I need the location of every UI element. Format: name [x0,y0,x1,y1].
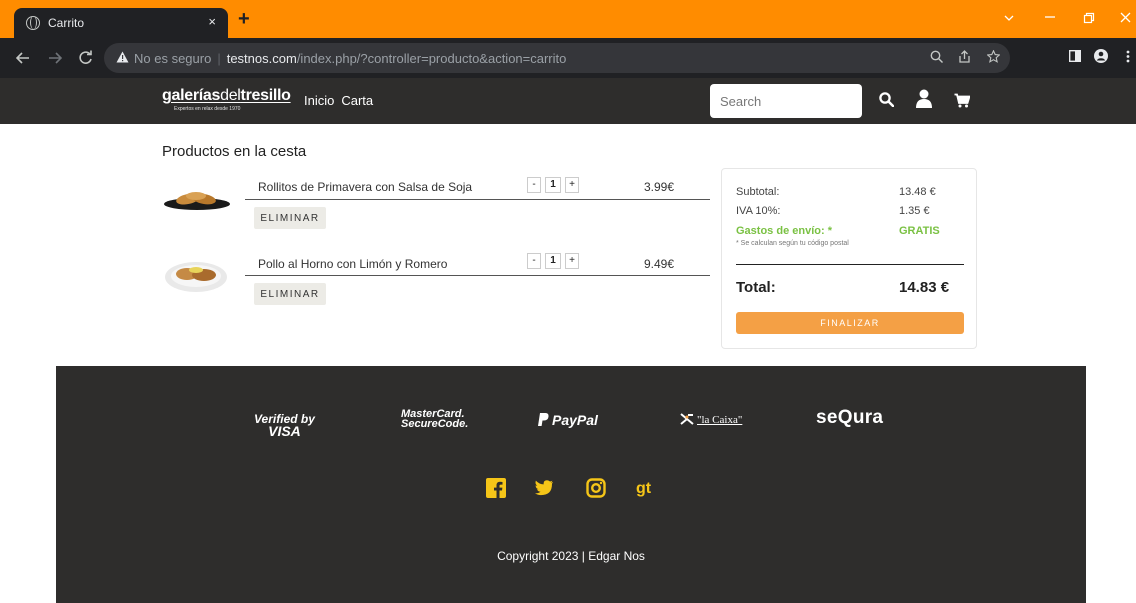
shipping-value: GRATIS [899,225,940,237]
address-bar[interactable]: No es seguro | testnos.com/index.php/?cont… [104,43,1010,73]
quantity-increase-button[interactable]: + [565,253,579,269]
subtotal-label: Subtotal: [736,186,780,198]
product-name: Pollo al Horno con Limón y Romero [258,257,448,271]
browser-tab-strip: Carrito × + [0,0,1136,38]
menu-item-inicio[interactable]: Inicio [304,93,334,108]
search-icon[interactable] [879,92,894,107]
iva-label: IVA 10%: [736,205,781,217]
user-icon[interactable] [916,89,932,108]
summary-divider [736,264,964,265]
quantity-stepper: -1 + [527,177,579,193]
shipping-label: Gastos de envío: * [736,225,832,237]
kebab-menu-icon[interactable] [1126,50,1130,63]
restore-icon[interactable] [1083,12,1095,24]
tab-title: Carrito [48,16,85,30]
forward-arrow-icon[interactable] [48,51,62,65]
total-label: Total: [736,279,776,296]
svg-text:gt: gt [636,480,652,497]
subtotal-value: 13.48 € [899,186,936,198]
product-image-pollo[interactable] [163,255,229,295]
browser-tab[interactable]: Carrito × [14,8,228,38]
bookmark-star-icon[interactable] [986,49,1001,63]
side-panel-icon[interactable] [1069,50,1081,62]
paypal-icon [538,413,549,426]
facebook-icon[interactable] [486,478,506,498]
omnibox-actions [930,49,1001,66]
quantity-value[interactable]: 1 [545,253,561,269]
logo-wordmark: galeríasdeltresillo [162,87,291,105]
logo-part-2: del [220,87,241,104]
total-value: 14.83 € [899,279,950,296]
iva-value: 1.35 € [899,205,930,217]
cart-icon[interactable] [954,93,970,108]
minimize-icon[interactable] [1044,15,1056,19]
caixa-star-icon [680,413,694,425]
new-tab-button[interactable]: + [238,9,250,29]
profile-icon[interactable] [1094,49,1108,63]
sequra-logo: seQura [816,407,884,428]
tab-search-chevron-icon[interactable] [1004,14,1014,22]
main-menu: Inicio Carta [304,93,380,108]
url-separator: | [217,51,221,66]
product-price: 9.49€ [644,257,675,271]
gastrotic-icon[interactable]: gt [636,478,656,498]
security-label: No es seguro [134,51,212,66]
quantity-value[interactable]: 1 [545,177,561,193]
logo-part-1: galerías [162,87,221,104]
quantity-decrease-button[interactable]: - [527,253,541,269]
quantity-stepper: -1 + [527,253,579,269]
search-input[interactable] [710,84,862,118]
product-name: Rollitos de Primavera con Salsa de Soja [258,180,473,194]
site-footer: Verified by VISA MasterCard. SecureCode.… [56,366,1086,603]
order-summary: Subtotal: 13.48 € IVA 10%: 1.35 € Gastos… [721,168,977,349]
remove-button[interactable]: ELIMINAR [254,207,326,229]
url-path: /index.php/?controller=producto&action=c… [296,51,567,66]
warning-triangle-icon[interactable] [116,51,129,63]
item-divider [245,275,710,276]
logo-tagline: Expertos en relax desde 1970 [174,106,241,112]
cart-title: Productos en la cesta [162,143,307,160]
logo-part-3: tresillo [240,87,291,104]
la-caixa-logo: "la Caixa" [679,413,742,426]
url-host: testnos.com [226,51,297,66]
caixa-wordmark: "la Caixa" [697,414,743,426]
twitter-icon[interactable] [534,478,554,498]
back-arrow-icon[interactable] [16,51,30,65]
share-icon[interactable] [958,50,971,63]
product-price: 3.99€ [644,180,675,194]
product-image-rollitos[interactable] [162,185,232,213]
mastercard-securecode-logo: MasterCard. SecureCode. [401,409,469,430]
url-text[interactable]: No es seguro | testnos.com/index.php/?cont… [134,51,566,66]
browser-toolbar: No es seguro | testnos.com/index.php/?cont… [0,38,1136,78]
mastercard-logo-bottom: SecureCode. [401,418,469,430]
instagram-icon[interactable] [586,478,606,498]
quantity-increase-button[interactable]: + [565,177,579,193]
quantity-decrease-button[interactable]: - [527,177,541,193]
globe-icon [26,16,40,30]
item-divider [245,199,710,200]
reload-icon[interactable] [78,50,93,65]
verified-by-visa-logo: Verified by VISA [254,412,315,439]
window-close-icon[interactable] [1120,12,1131,23]
paypal-wordmark: PayPal [552,412,598,428]
remove-button[interactable]: ELIMINAR [254,283,326,305]
zoom-icon[interactable] [930,50,943,63]
menu-item-carta[interactable]: Carta [341,93,373,108]
finalize-button[interactable]: FINALIZAR [736,312,964,334]
tab-close-icon[interactable]: × [208,14,216,29]
site-logo[interactable]: galeríasdeltresillo Expertos en relax de… [162,87,291,112]
paypal-logo: PayPal [538,412,598,428]
shipping-note: * Se calculan según tu código postal [736,240,849,247]
copyright-text: Copyright 2023 | Edgar Nos [497,549,645,563]
